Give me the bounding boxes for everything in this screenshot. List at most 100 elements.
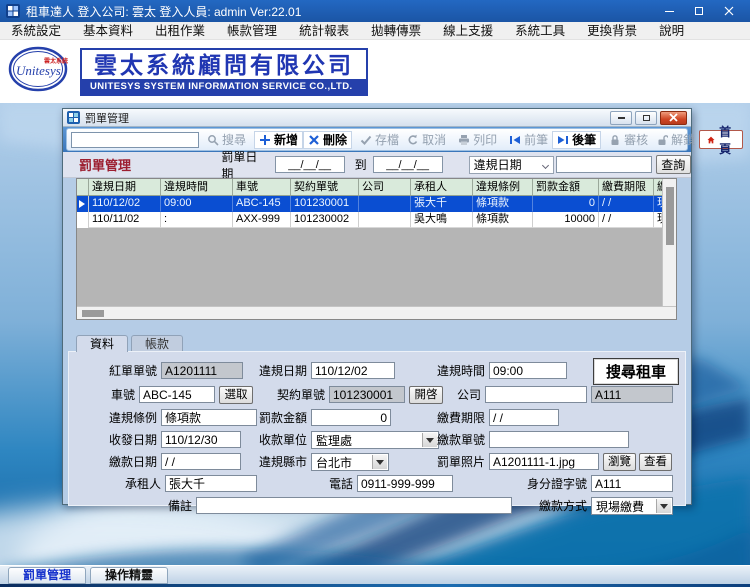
company-name-zh: 雲太系統顧問有限公司 — [94, 51, 354, 78]
home-button[interactable]: 首頁 — [699, 125, 744, 156]
col-due-date[interactable]: 繳費期限 — [599, 179, 654, 195]
col-renter[interactable]: 承租人 — [411, 179, 473, 195]
unlock-button[interactable]: 解鎖 — [652, 131, 699, 149]
menu-item-voucher-transfer[interactable]: 拋轉傳票 — [360, 22, 432, 40]
print-label: 列印 — [473, 133, 498, 147]
renter-field[interactable] — [165, 475, 257, 492]
phone-field[interactable] — [357, 475, 453, 492]
tab-account[interactable]: 帳款 — [131, 335, 184, 352]
col-pay-method[interactable]: 繳 — [654, 179, 662, 195]
photo-field[interactable] — [489, 453, 599, 470]
filter-row: 罰單管理 罰單日期 到 違規日期 查詢 — [63, 150, 691, 181]
menu-item-account-management[interactable]: 帳款管理 — [216, 22, 288, 40]
table-row[interactable]: 110/11/02 : AXX-999 101230002 吳大鳴 條項款 10… — [77, 212, 662, 228]
red-ticket-label: 紅單單號 — [108, 364, 157, 378]
delete-button[interactable]: 刪除 — [303, 130, 353, 149]
payment-no-field[interactable] — [489, 431, 629, 448]
dialog-minimize-icon[interactable] — [610, 110, 632, 125]
minimize-icon[interactable] — [654, 0, 684, 22]
open-contract-button[interactable]: 開啓 — [409, 386, 443, 404]
filter-keyword-input[interactable] — [555, 156, 652, 173]
car-field[interactable] — [139, 386, 215, 403]
col-violation-date[interactable]: 違規日期 — [89, 179, 161, 195]
menu-item-rental-operations[interactable]: 出租作業 — [144, 22, 216, 40]
dialog-maximize-icon[interactable] — [635, 110, 657, 125]
menu-item-system-settings[interactable]: 系統設定 — [0, 22, 72, 40]
dropdown-arrow-icon[interactable] — [656, 499, 671, 513]
scrollbar-thumb[interactable] — [82, 310, 104, 317]
audit-label: 審核 — [624, 133, 649, 147]
dropdown-arrow-icon[interactable] — [372, 455, 387, 469]
company-name-en: UNITESYS SYSTEM INFORMATION SERVICE CO.,… — [82, 78, 366, 94]
pay-method-value: 現場繳費 — [596, 499, 645, 514]
contract-field[interactable] — [329, 386, 405, 403]
due-date-field[interactable] — [489, 409, 559, 426]
section-title: 罰單管理 — [79, 158, 132, 173]
col-clause[interactable]: 違規條例 — [473, 179, 533, 195]
violation-date-field[interactable] — [311, 362, 395, 379]
red-ticket-field[interactable] — [161, 362, 243, 379]
delete-label: 刪除 — [323, 133, 348, 147]
next-record-button[interactable]: 後筆 — [552, 130, 602, 149]
tab-data[interactable]: 資料 — [76, 335, 129, 352]
detail-tabs: 資料 帳款 — [76, 335, 184, 352]
grid-vertical-scrollbar[interactable] — [662, 179, 676, 306]
company-code-field[interactable] — [591, 386, 673, 403]
amount-label: 罰款金額 — [258, 411, 307, 425]
pay-method-select[interactable]: 現場繳費 — [591, 497, 673, 515]
browse-button[interactable]: 瀏覽 — [603, 453, 636, 471]
menu-item-online-support[interactable]: 線上支援 — [432, 22, 504, 40]
maximize-icon[interactable] — [684, 0, 714, 22]
view-button[interactable]: 查看 — [639, 453, 672, 471]
violation-time-field[interactable] — [489, 362, 567, 379]
toolbar-search-input[interactable] — [71, 131, 199, 148]
note-field[interactable] — [196, 497, 512, 514]
home-icon — [707, 136, 715, 143]
grid-horizontal-scrollbar[interactable] — [77, 306, 676, 319]
add-button[interactable]: 新增 — [254, 130, 304, 149]
menu-item-basic-data[interactable]: 基本資料 — [72, 22, 144, 40]
col-company[interactable]: 公司 — [359, 179, 411, 195]
unlock-label: 解鎖 — [671, 133, 696, 147]
pay-date-field[interactable] — [161, 453, 241, 470]
id-field[interactable] — [591, 475, 673, 492]
scrollbar-thumb[interactable] — [665, 187, 674, 245]
table-row[interactable]: 110/12/02 09:00 ABC-145 101230001 張大千 條項… — [77, 196, 662, 212]
col-violation-time[interactable]: 違規時間 — [161, 179, 233, 195]
filter-field-select[interactable]: 違規日期 — [468, 155, 554, 174]
city-label: 違規縣市 — [258, 455, 307, 469]
col-amount[interactable]: 罰款金額 — [533, 179, 599, 195]
previous-record-button[interactable]: 前筆 — [505, 131, 552, 149]
date-from-input[interactable] — [274, 156, 345, 173]
due-date-label: 繳費期限 — [436, 411, 485, 425]
audit-button[interactable]: 審核 — [605, 131, 652, 149]
menu-item-statistics-reports[interactable]: 統計報表 — [288, 22, 360, 40]
ticket-date-label: 罰單日期 — [221, 149, 258, 181]
company-label: 公司 — [456, 388, 481, 402]
toolbar: 搜尋 新增 刪除 存檔 取消 列印 前筆 後筆 審核 解鎖 首頁 — [63, 125, 744, 156]
amount-field[interactable] — [311, 409, 391, 426]
print-button[interactable]: 列印 — [454, 131, 501, 149]
taskbar-tab-ticket-management[interactable]: 罰單管理 — [8, 566, 87, 584]
query-button[interactable]: 查詢 — [655, 155, 691, 174]
save-button[interactable]: 存檔 — [356, 131, 403, 149]
close-icon[interactable] — [714, 0, 744, 22]
taskbar-tab-wizard[interactable]: 操作精靈 — [90, 566, 169, 584]
receive-date-field[interactable] — [161, 431, 241, 448]
col-car-no[interactable]: 車號 — [233, 179, 291, 195]
menu-item-change-background[interactable]: 更換背景 — [576, 22, 648, 40]
menu-item-help[interactable]: 說明 — [648, 22, 695, 40]
app-title: 租車達人 登入公司: 雲太 登入人員: admin Ver:22.01 — [26, 4, 302, 19]
city-select[interactable]: 台北市 — [311, 453, 389, 471]
agency-label: 收款單位 — [258, 433, 307, 447]
renter-label: 承租人 — [124, 477, 161, 491]
cancel-button[interactable]: 取消 — [403, 131, 450, 149]
dialog-close-icon[interactable] — [660, 110, 687, 125]
date-to-input[interactable] — [372, 156, 443, 173]
col-contract-no[interactable]: 契約單號 — [291, 179, 359, 195]
search-button[interactable]: 搜尋 — [203, 131, 250, 149]
company-field[interactable] — [485, 386, 587, 403]
menu-item-system-tools[interactable]: 系統工具 — [504, 22, 576, 40]
pick-car-button[interactable]: 選取 — [219, 386, 253, 404]
detail-form: 搜尋租車 紅單單號 違規日期 違規時間 車號 選取 契約單號 開啓 公司 — [68, 351, 686, 515]
